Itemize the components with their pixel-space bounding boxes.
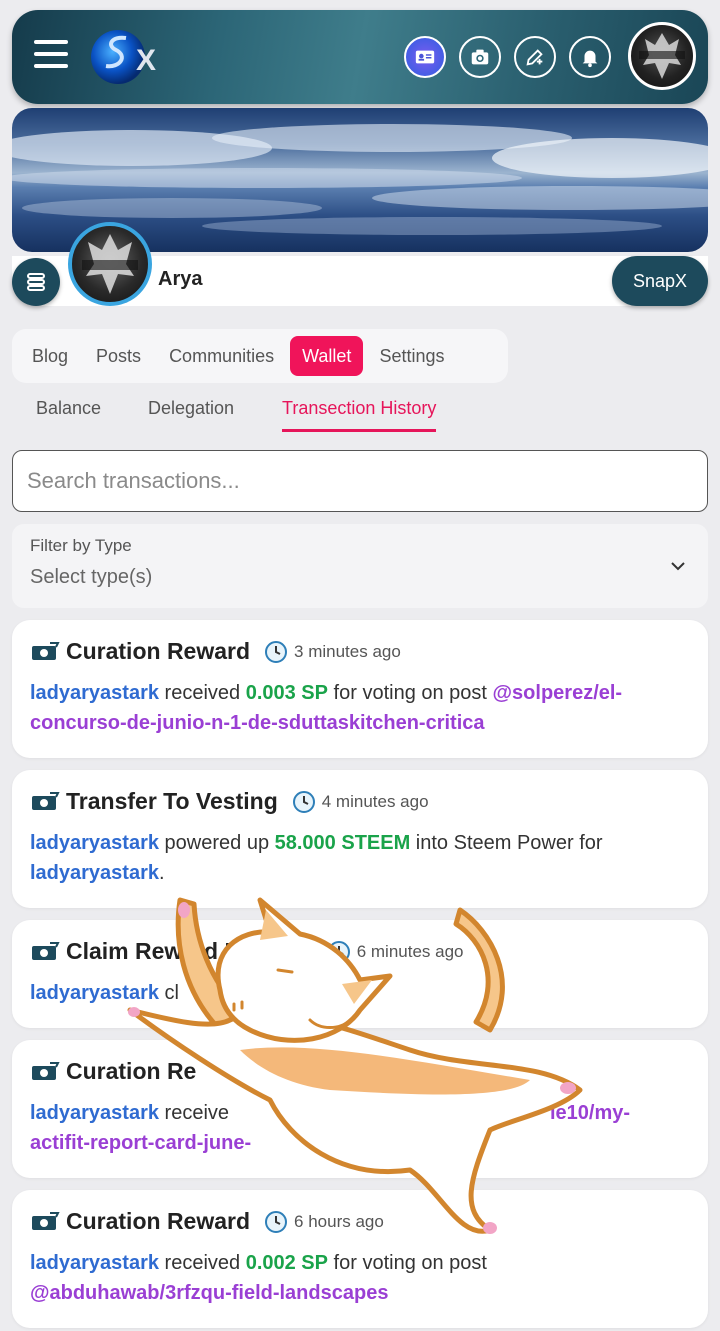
- top-header: X: [12, 10, 708, 104]
- snapx-logo[interactable]: X: [90, 26, 160, 88]
- post-link[interactable]: @abduhawab/3rfzqu-field-landscapes: [30, 1282, 388, 1304]
- chevron-down-icon: [671, 562, 685, 571]
- transaction-text: .: [158, 862, 165, 884]
- edit-plus-icon[interactable]: [514, 36, 556, 78]
- amount: 58.000 STEEM: [274, 832, 411, 854]
- header-avatar[interactable]: [628, 22, 696, 90]
- contact-card-icon[interactable]: [404, 36, 446, 78]
- post-link[interactable]: ie10/my-: [550, 1098, 630, 1128]
- filter-value: Select type(s): [30, 566, 153, 588]
- money-icon: [32, 1211, 60, 1230]
- tab-communities[interactable]: Communities: [157, 336, 286, 376]
- transaction-time: 3 minutes ago: [294, 641, 401, 661]
- bell-icon[interactable]: [569, 36, 611, 78]
- transaction-card: Claim Reward Balance 6 minutes ago ladya…: [12, 920, 708, 1028]
- profile-avatar[interactable]: [68, 222, 152, 306]
- transaction-time: 4 minutes ago: [321, 791, 429, 811]
- tab-blog[interactable]: Blog: [20, 336, 80, 376]
- transaction-description: ladyaryastark received 0.003 SP for voti…: [30, 678, 680, 738]
- transaction-text: received: [158, 1252, 246, 1274]
- subtab-balance[interactable]: Balance: [36, 398, 101, 419]
- subtab-transaction-history[interactable]: Transection History: [282, 398, 437, 432]
- clock-icon: [292, 790, 315, 813]
- transaction-text: for voting on post: [328, 1252, 487, 1274]
- transaction-card: Curation Reward 3 minutes ago ladyaryast…: [12, 620, 708, 758]
- transaction-text: received: [158, 682, 246, 704]
- transaction-text: cl: [158, 982, 179, 1004]
- tab-settings[interactable]: Settings: [367, 336, 456, 376]
- transaction-description: ladyaryastark received 0.002 SP for voti…: [30, 1248, 680, 1308]
- list-menu-icon[interactable]: [12, 258, 60, 306]
- subtab-delegation[interactable]: Delegation: [148, 398, 234, 419]
- transaction-title: Transfer To Vesting: [66, 788, 278, 814]
- tab-posts[interactable]: Posts: [84, 336, 153, 376]
- money-icon: [32, 791, 60, 810]
- user-link[interactable]: ladyaryastark: [30, 982, 159, 1004]
- camera-icon[interactable]: [459, 36, 501, 78]
- hamburger-menu-icon[interactable]: [34, 40, 70, 70]
- transaction-title: Curation Re: [66, 1058, 197, 1084]
- transaction-text: powered up: [158, 832, 275, 854]
- transaction-text: receive: [158, 1102, 230, 1124]
- clock-icon: [265, 1210, 288, 1233]
- transaction-title: Claim Reward Balance: [66, 938, 313, 964]
- transaction-time: 6 hours ago: [294, 1211, 384, 1231]
- user-link[interactable]: ladyaryastark: [30, 1102, 159, 1124]
- type-filter-select[interactable]: Filter by Type Select type(s): [12, 524, 708, 608]
- transaction-description: ladyaryastark cl: [30, 978, 680, 1008]
- filter-label: Filter by Type: [30, 536, 132, 555]
- amount: 0.002 SP: [245, 1252, 328, 1274]
- amount: 0.003 SP: [245, 682, 328, 704]
- profile-name: Arya: [158, 268, 203, 290]
- money-icon: [32, 1061, 60, 1080]
- clock-icon: [327, 940, 350, 963]
- profile-tabs: Blog Posts Communities Wallet Settings: [12, 329, 508, 383]
- user-link[interactable]: ladyaryastark: [30, 1252, 159, 1274]
- transaction-description: ladyaryastark receive ie10/my-actifit-rep…: [30, 1098, 680, 1158]
- user-link[interactable]: ladyaryastark: [30, 862, 159, 884]
- transaction-card: Curation Re ladyaryastark receive ie10/my…: [12, 1040, 708, 1178]
- search-input[interactable]: [12, 450, 708, 512]
- transaction-title: Curation Reward: [66, 1208, 251, 1234]
- clock-icon: [265, 640, 288, 663]
- money-icon: [32, 641, 60, 660]
- user-link[interactable]: ladyaryastark: [30, 682, 159, 704]
- transaction-card: Curation Reward 6 hours ago ladyaryastar…: [12, 1190, 708, 1328]
- transaction-card: Transfer To Vesting 4 minutes ago ladyar…: [12, 770, 708, 908]
- money-icon: [32, 941, 60, 960]
- logo-letter: X: [136, 44, 156, 77]
- transaction-text: into Steem Power for: [410, 832, 603, 854]
- transaction-text: for voting on post: [328, 682, 493, 704]
- transaction-time: 6 minutes ago: [356, 941, 464, 961]
- transaction-description: ladyaryastark powered up 58.000 STEEM in…: [30, 828, 680, 888]
- snapx-button[interactable]: SnapX: [612, 256, 708, 306]
- post-link[interactable]: actifit-report-card-june-: [30, 1132, 251, 1154]
- tab-wallet[interactable]: Wallet: [290, 336, 364, 376]
- user-link[interactable]: ladyaryastark: [30, 832, 159, 854]
- transaction-title: Curation Reward: [66, 638, 251, 664]
